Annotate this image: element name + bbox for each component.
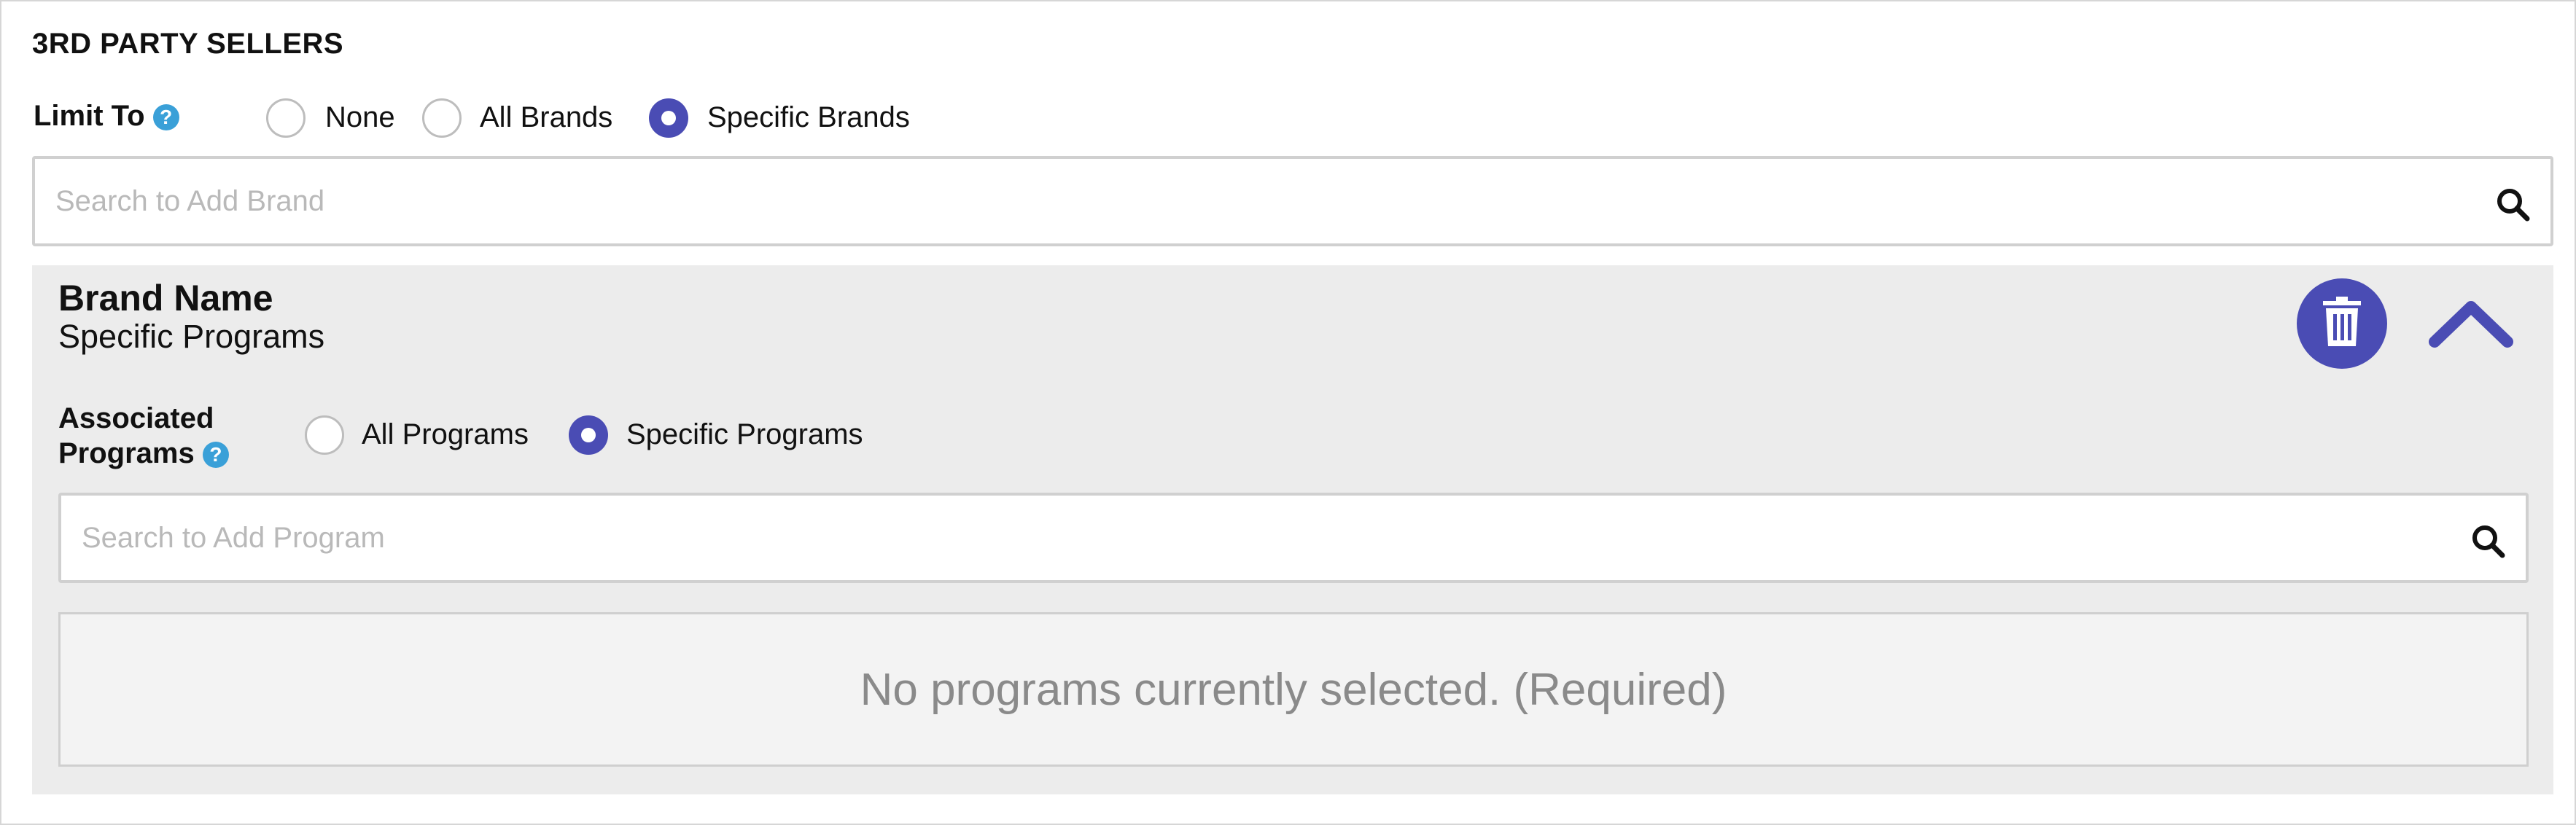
seller-settings-card: 3RD PARTY SELLERS Limit To ? None All Br… bbox=[0, 0, 2576, 825]
search-icon[interactable] bbox=[2470, 523, 2505, 562]
radio-all-brands-label[interactable]: All Brands bbox=[480, 101, 612, 134]
help-icon[interactable]: ? bbox=[202, 442, 229, 469]
program-search-input[interactable] bbox=[80, 496, 2453, 580]
radio-specific-programs[interactable] bbox=[569, 415, 608, 455]
radio-specific-brands[interactable] bbox=[649, 98, 688, 138]
radio-none-label[interactable]: None bbox=[325, 101, 395, 134]
associated-programs-label: Associated Programs ? bbox=[58, 401, 229, 471]
brand-name: Brand Name bbox=[58, 278, 273, 318]
brand-panel: Brand Name Specific Programs Associated … bbox=[32, 265, 2553, 794]
brand-search-box[interactable] bbox=[32, 156, 2553, 246]
trash-icon bbox=[2320, 296, 2364, 351]
brand-subtitle: Specific Programs bbox=[58, 318, 325, 355]
delete-brand-button[interactable] bbox=[2297, 278, 2387, 369]
help-icon[interactable]: ? bbox=[152, 104, 179, 131]
limit-to-label: Limit To ? bbox=[34, 100, 179, 133]
search-icon[interactable] bbox=[2495, 187, 2530, 225]
section-title: 3RD PARTY SELLERS bbox=[32, 28, 344, 60]
empty-state-message: No programs currently selected. (Require… bbox=[860, 664, 1727, 715]
radio-specific-brands-label[interactable]: Specific Brands bbox=[707, 101, 910, 134]
radio-none[interactable] bbox=[266, 98, 306, 138]
chevron-up-icon bbox=[2427, 294, 2515, 356]
brand-search-input[interactable] bbox=[54, 159, 2478, 243]
limit-to-label-text: Limit To bbox=[34, 100, 145, 132]
collapse-brand-button[interactable] bbox=[2424, 292, 2518, 357]
programs-empty-state: No programs currently selected. (Require… bbox=[58, 612, 2529, 767]
radio-all-programs[interactable] bbox=[305, 415, 344, 455]
radio-all-programs-label[interactable]: All Programs bbox=[362, 418, 529, 451]
radio-specific-programs-label[interactable]: Specific Programs bbox=[626, 418, 863, 451]
associated-programs-label-line2: Programs bbox=[58, 437, 195, 469]
program-search-box[interactable] bbox=[58, 493, 2529, 583]
radio-all-brands[interactable] bbox=[422, 98, 462, 138]
associated-programs-label-line1: Associated bbox=[58, 402, 214, 434]
